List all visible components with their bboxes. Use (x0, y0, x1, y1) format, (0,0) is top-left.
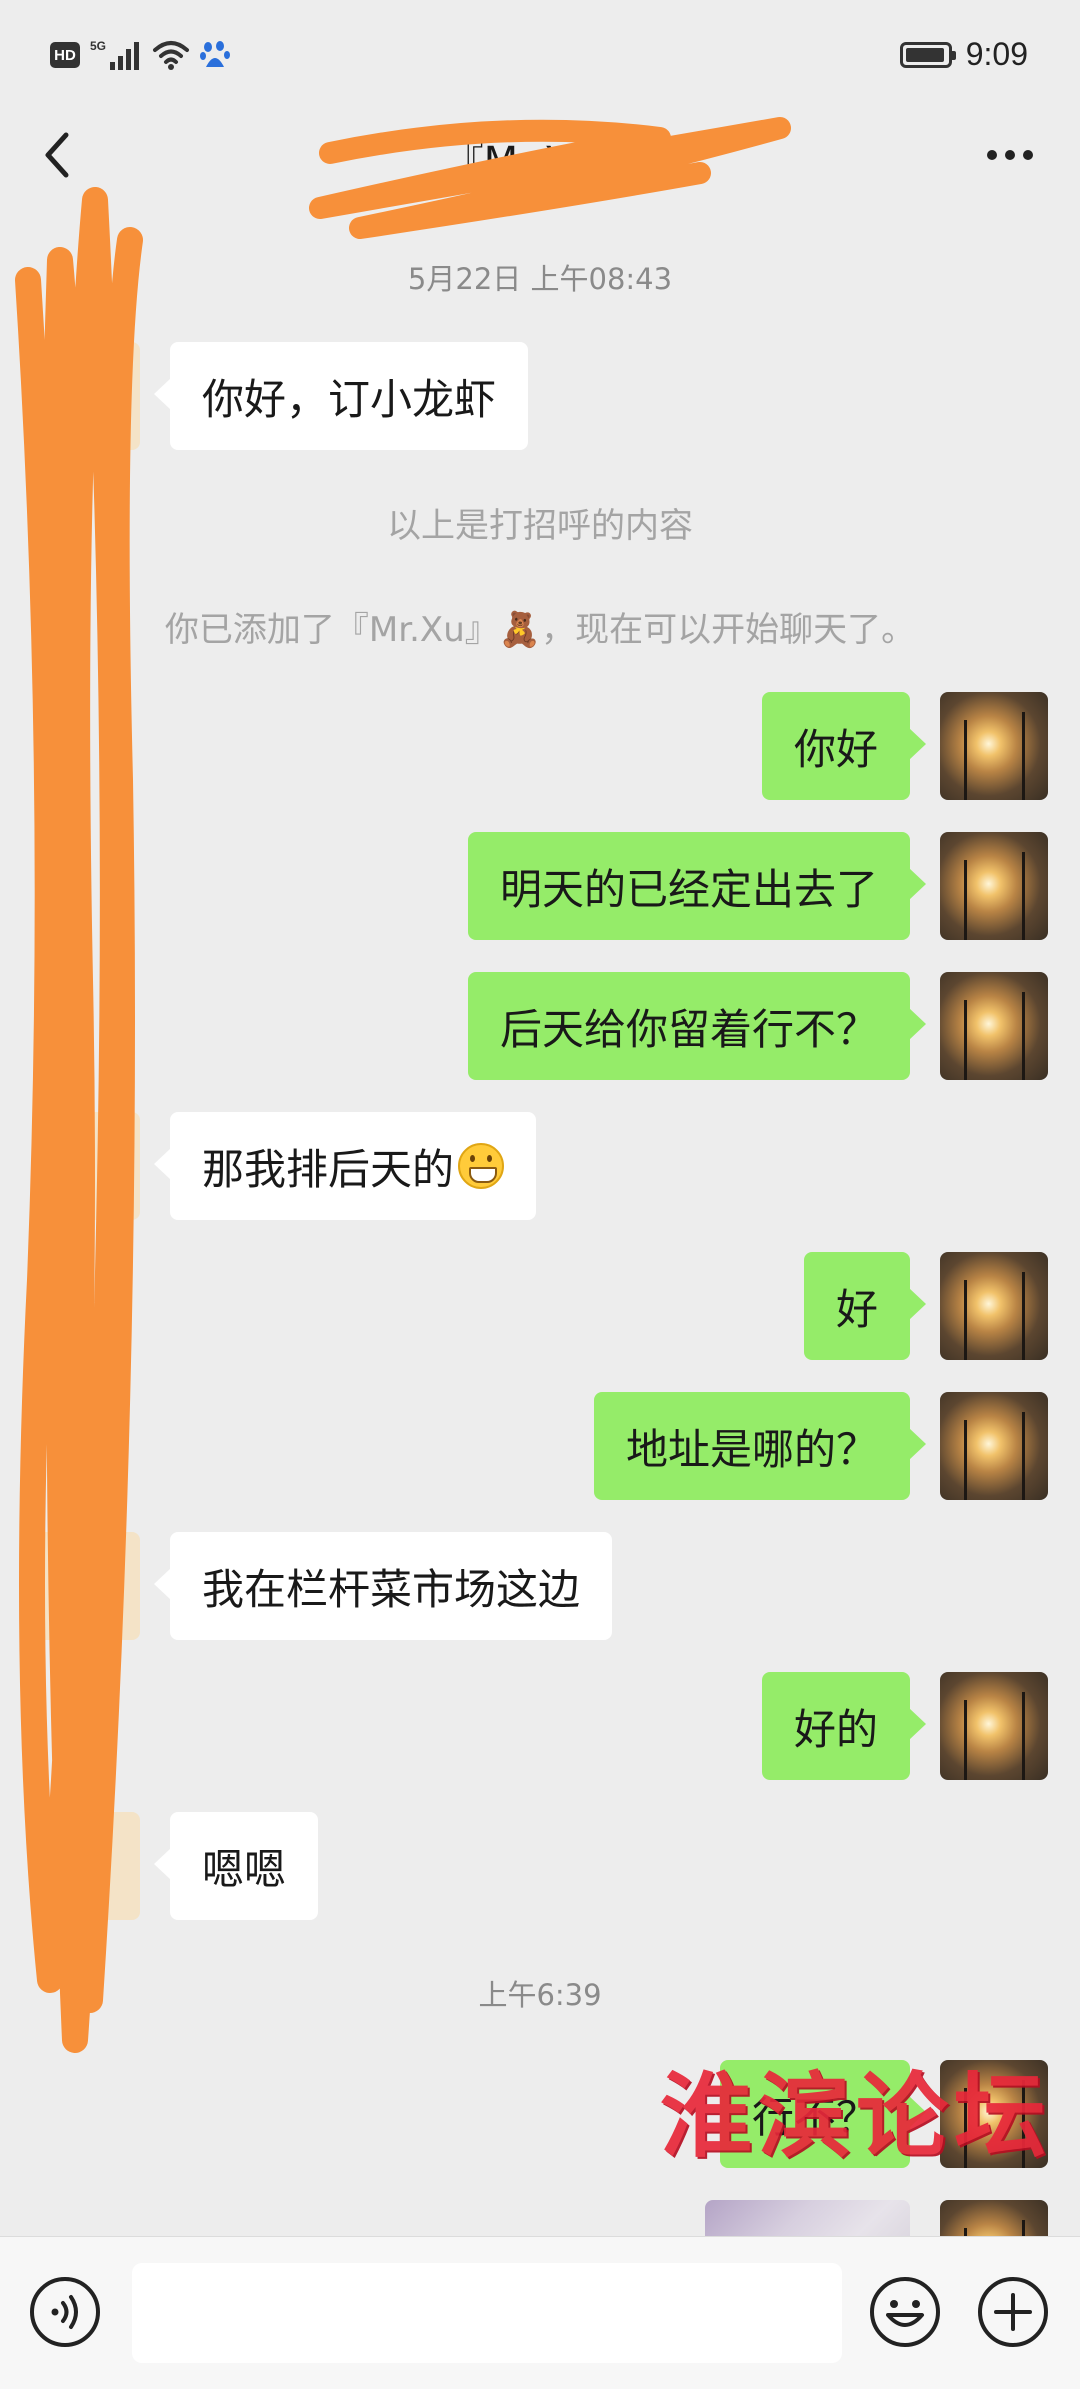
wifi-icon (153, 41, 189, 70)
message-bubble-sent[interactable]: 你好 (761, 692, 927, 800)
battery-fill (905, 47, 944, 62)
message-bubble-sent[interactable]: 好 (803, 1252, 927, 1360)
status-left: HD 5G (50, 38, 230, 72)
message-text: 那我排后天的 (202, 1144, 455, 1194)
message-bubble-received[interactable]: 你好，订小龙虾 (153, 342, 529, 450)
smiley-icon[interactable] (868, 2275, 942, 2349)
5g-signal-icon: 5G (90, 39, 139, 70)
greeting-note: 以上是打招呼的内容 (387, 506, 693, 546)
clock: 9:09 (965, 36, 1028, 72)
message-bubble-sent[interactable]: 明天的已经定出去了 (467, 832, 927, 940)
chat-timestamp: 5月22日 上午08:43 (407, 262, 673, 296)
contact-added-notice: 你已添加了『Mr.Xu』🧸，现在可以开始聊天了。 (164, 610, 916, 650)
message-row (0, 2200, 1080, 2236)
plus-circle-icon[interactable] (976, 2275, 1050, 2349)
chat-timestamp: 上午6:39 (478, 1978, 602, 2012)
self-avatar[interactable] (940, 692, 1048, 800)
contact-avatar[interactable] (32, 1532, 140, 1640)
grinning-face-icon (458, 1143, 505, 1189)
message-row: 地址是哪的？ (0, 1392, 1080, 1502)
baidu-paw-icon (200, 41, 230, 67)
contact-avatar[interactable] (32, 1812, 140, 1920)
contact-avatar[interactable] (32, 342, 140, 450)
self-avatar[interactable] (940, 1392, 1048, 1500)
message-row: 好的 (0, 1672, 1080, 1782)
self-avatar[interactable] (940, 972, 1048, 1080)
input-bar (0, 2236, 1080, 2389)
battery-icon (899, 41, 956, 68)
message-bubble-sent[interactable]: 好的 (761, 1672, 927, 1780)
self-avatar[interactable] (940, 2200, 1048, 2236)
message-bubble-sent[interactable]: 地址是哪的？ (593, 1392, 927, 1500)
message-row: 好 (0, 1252, 1080, 1362)
message-bubble-received[interactable]: 那我排后天的 (153, 1112, 537, 1220)
message-bubble-received[interactable]: 嗯嗯 (153, 1812, 319, 1920)
message-row: 后天给你留着行不？ (0, 972, 1080, 1082)
hd-badge: HD (50, 42, 80, 68)
message-bubble-sent[interactable]: 后天给你留着行不？ (467, 972, 927, 1080)
message-row: 我在栏杆菜市场这边 (0, 1532, 1080, 1642)
image-message[interactable] (705, 2200, 910, 2236)
self-avatar[interactable] (940, 1672, 1048, 1780)
chat-header: 『Mr.Xu』 (0, 105, 1080, 205)
voice-icon[interactable] (28, 2275, 102, 2349)
more-dots-icon[interactable] (970, 125, 1050, 185)
status-bar: HD 5G 9:09 (0, 0, 1080, 120)
chat-title[interactable]: 『Mr.Xu』 (0, 129, 1080, 187)
message-input[interactable] (132, 2263, 842, 2363)
self-avatar[interactable] (940, 832, 1048, 940)
forum-watermark: 淮滨论坛 (660, 2062, 1053, 2170)
contact-avatar[interactable] (32, 1112, 140, 1220)
svg-text:5G: 5G (90, 39, 106, 53)
status-right: 9:09 (899, 36, 1028, 73)
self-avatar[interactable] (940, 1252, 1048, 1360)
message-row: 明天的已经定出去了 (0, 832, 1080, 942)
message-row: 你好 (0, 692, 1080, 802)
message-row: 嗯嗯 (0, 1812, 1080, 1922)
message-row: 那我排后天的 (0, 1112, 1080, 1222)
message-row: 你好，订小龙虾 (0, 342, 1080, 452)
message-bubble-received[interactable]: 我在栏杆菜市场这边 (153, 1532, 613, 1640)
